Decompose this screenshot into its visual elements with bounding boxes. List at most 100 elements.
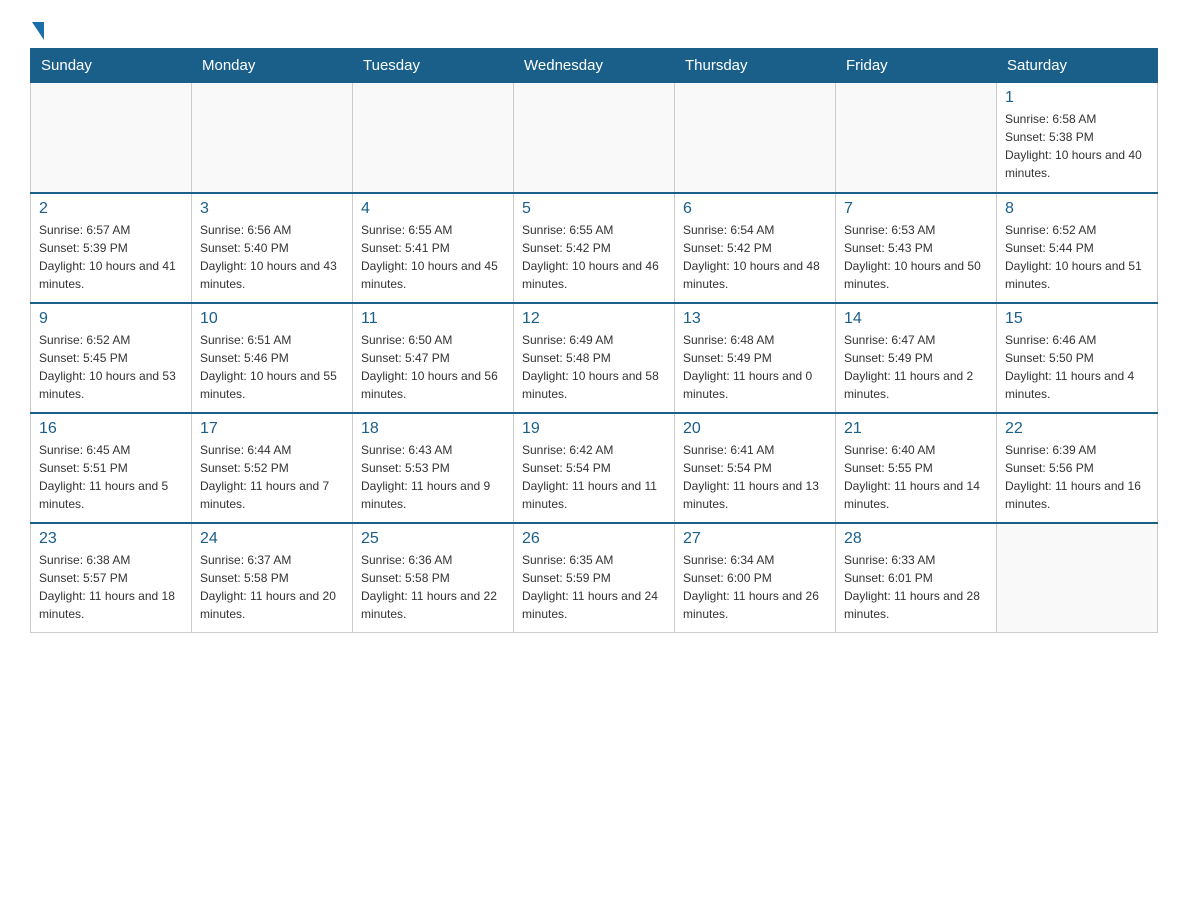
calendar-cell: 21 Sunrise: 6:40 AM Sunset: 5:55 PM Dayli… — [836, 413, 997, 523]
day-info: Sunrise: 6:52 AM Sunset: 5:44 PM Dayligh… — [1005, 221, 1149, 293]
day-number: 21 — [844, 420, 988, 438]
day-info: Sunrise: 6:38 AM Sunset: 5:57 PM Dayligh… — [39, 551, 183, 623]
calendar-week-row: 1Sunrise: 6:58 AM Sunset: 5:38 PM Daylig… — [31, 83, 1158, 193]
calendar-cell — [514, 83, 675, 193]
calendar-cell: 27 Sunrise: 6:34 AM Sunset: 6:00 PM Dayli… — [675, 523, 836, 633]
day-number: 9 — [39, 310, 183, 328]
calendar-week-row: 2Sunrise: 6:57 AM Sunset: 5:39 PM Daylig… — [31, 193, 1158, 303]
calendar-cell: 15 Sunrise: 6:46 AM Sunset: 5:50 PM Dayli… — [997, 303, 1158, 413]
calendar-cell — [31, 83, 192, 193]
calendar-cell: 23Sunrise: 6:38 AM Sunset: 5:57 PM Dayli… — [31, 523, 192, 633]
logo — [30, 20, 44, 38]
day-info: Sunrise: 6:50 AM Sunset: 5:47 PM Dayligh… — [361, 331, 505, 403]
day-info: Sunrise: 6:51 AM Sunset: 5:46 PM Dayligh… — [200, 331, 344, 403]
day-number: 6 — [683, 200, 827, 218]
calendar-cell: 1Sunrise: 6:58 AM Sunset: 5:38 PM Daylig… — [997, 83, 1158, 193]
calendar-cell: 2Sunrise: 6:57 AM Sunset: 5:39 PM Daylig… — [31, 193, 192, 303]
day-info: Sunrise: 6:36 AM Sunset: 5:58 PM Dayligh… — [361, 551, 505, 623]
day-info: Sunrise: 6:55 AM Sunset: 5:41 PM Dayligh… — [361, 221, 505, 293]
calendar-cell: 8 Sunrise: 6:52 AM Sunset: 5:44 PM Daylig… — [997, 193, 1158, 303]
calendar-cell: 28 Sunrise: 6:33 AM Sunset: 6:01 PM Dayli… — [836, 523, 997, 633]
day-info: Sunrise: 6:53 AM Sunset: 5:43 PM Dayligh… — [844, 221, 988, 293]
calendar-cell: 12 Sunrise: 6:49 AM Sunset: 5:48 PM Dayli… — [514, 303, 675, 413]
day-number: 5 — [522, 200, 666, 218]
day-number: 11 — [361, 310, 505, 328]
day-number: 28 — [844, 530, 988, 548]
calendar-cell: 17 Sunrise: 6:44 AM Sunset: 5:52 PM Dayli… — [192, 413, 353, 523]
calendar-cell — [353, 83, 514, 193]
calendar-cell: 20 Sunrise: 6:41 AM Sunset: 5:54 PM Dayli… — [675, 413, 836, 523]
day-number: 16 — [39, 420, 183, 438]
day-number: 3 — [200, 200, 344, 218]
day-info: Sunrise: 6:45 AM Sunset: 5:51 PM Dayligh… — [39, 441, 183, 513]
day-number: 18 — [361, 420, 505, 438]
day-info: Sunrise: 6:41 AM Sunset: 5:54 PM Dayligh… — [683, 441, 827, 513]
calendar-cell: 7Sunrise: 6:53 AM Sunset: 5:43 PM Daylig… — [836, 193, 997, 303]
day-number: 12 — [522, 310, 666, 328]
day-number: 22 — [1005, 420, 1149, 438]
day-info: Sunrise: 6:33 AM Sunset: 6:01 PM Dayligh… — [844, 551, 988, 623]
day-number: 19 — [522, 420, 666, 438]
calendar-cell: 18Sunrise: 6:43 AM Sunset: 5:53 PM Dayli… — [353, 413, 514, 523]
day-info: Sunrise: 6:55 AM Sunset: 5:42 PM Dayligh… — [522, 221, 666, 293]
calendar-cell — [997, 523, 1158, 633]
calendar-cell: 10 Sunrise: 6:51 AM Sunset: 5:46 PM Dayli… — [192, 303, 353, 413]
day-number: 26 — [522, 530, 666, 548]
day-info: Sunrise: 6:56 AM Sunset: 5:40 PM Dayligh… — [200, 221, 344, 293]
day-number: 24 — [200, 530, 344, 548]
day-info: Sunrise: 6:34 AM Sunset: 6:00 PM Dayligh… — [683, 551, 827, 623]
day-number: 8 — [1005, 200, 1149, 218]
day-info: Sunrise: 6:49 AM Sunset: 5:48 PM Dayligh… — [522, 331, 666, 403]
day-number: 13 — [683, 310, 827, 328]
calendar-cell: 5 Sunrise: 6:55 AM Sunset: 5:42 PM Daylig… — [514, 193, 675, 303]
calendar-cell: 22 Sunrise: 6:39 AM Sunset: 5:56 PM Dayli… — [997, 413, 1158, 523]
calendar-cell: 14 Sunrise: 6:47 AM Sunset: 5:49 PM Dayli… — [836, 303, 997, 413]
calendar-cell — [836, 83, 997, 193]
calendar-cell: 24 Sunrise: 6:37 AM Sunset: 5:58 PM Dayli… — [192, 523, 353, 633]
day-info: Sunrise: 6:54 AM Sunset: 5:42 PM Dayligh… — [683, 221, 827, 293]
day-number: 20 — [683, 420, 827, 438]
day-number: 1 — [1005, 89, 1149, 107]
day-number: 17 — [200, 420, 344, 438]
day-info: Sunrise: 6:47 AM Sunset: 5:49 PM Dayligh… — [844, 331, 988, 403]
day-number: 15 — [1005, 310, 1149, 328]
calendar-cell: 16 Sunrise: 6:45 AM Sunset: 5:51 PM Dayli… — [31, 413, 192, 523]
day-info: Sunrise: 6:35 AM Sunset: 5:59 PM Dayligh… — [522, 551, 666, 623]
day-info: Sunrise: 6:37 AM Sunset: 5:58 PM Dayligh… — [200, 551, 344, 623]
day-info: Sunrise: 6:52 AM Sunset: 5:45 PM Dayligh… — [39, 331, 183, 403]
logo-arrow-icon — [32, 22, 44, 40]
calendar-cell: 6 Sunrise: 6:54 AM Sunset: 5:42 PM Daylig… — [675, 193, 836, 303]
calendar-header-wednesday: Wednesday — [514, 49, 675, 83]
calendar-cell — [675, 83, 836, 193]
calendar-cell: 25 Sunrise: 6:36 AM Sunset: 5:58 PM Dayli… — [353, 523, 514, 633]
calendar-cell: 9 Sunrise: 6:52 AM Sunset: 5:45 PM Daylig… — [31, 303, 192, 413]
calendar-cell: 3 Sunrise: 6:56 AM Sunset: 5:40 PM Daylig… — [192, 193, 353, 303]
day-info: Sunrise: 6:46 AM Sunset: 5:50 PM Dayligh… — [1005, 331, 1149, 403]
day-number: 10 — [200, 310, 344, 328]
calendar-header-row: SundayMondayTuesdayWednesdayThursdayFrid… — [31, 49, 1158, 83]
day-info: Sunrise: 6:57 AM Sunset: 5:39 PM Dayligh… — [39, 221, 183, 293]
day-info: Sunrise: 6:40 AM Sunset: 5:55 PM Dayligh… — [844, 441, 988, 513]
calendar-cell: 4Sunrise: 6:55 AM Sunset: 5:41 PM Daylig… — [353, 193, 514, 303]
calendar-week-row: 9 Sunrise: 6:52 AM Sunset: 5:45 PM Daylig… — [31, 303, 1158, 413]
calendar-header-monday: Monday — [192, 49, 353, 83]
calendar-header-thursday: Thursday — [675, 49, 836, 83]
calendar-cell: 13 Sunrise: 6:48 AM Sunset: 5:49 PM Dayli… — [675, 303, 836, 413]
day-number: 25 — [361, 530, 505, 548]
calendar-table: SundayMondayTuesdayWednesdayThursdayFrid… — [30, 48, 1158, 633]
day-info: Sunrise: 6:44 AM Sunset: 5:52 PM Dayligh… — [200, 441, 344, 513]
calendar-header-sunday: Sunday — [31, 49, 192, 83]
calendar-header-friday: Friday — [836, 49, 997, 83]
day-number: 14 — [844, 310, 988, 328]
day-info: Sunrise: 6:48 AM Sunset: 5:49 PM Dayligh… — [683, 331, 827, 403]
calendar-header-tuesday: Tuesday — [353, 49, 514, 83]
calendar-cell: 26 Sunrise: 6:35 AM Sunset: 5:59 PM Dayli… — [514, 523, 675, 633]
calendar-header-saturday: Saturday — [997, 49, 1158, 83]
calendar-cell: 19 Sunrise: 6:42 AM Sunset: 5:54 PM Dayli… — [514, 413, 675, 523]
calendar-week-row: 16 Sunrise: 6:45 AM Sunset: 5:51 PM Dayli… — [31, 413, 1158, 523]
day-info: Sunrise: 6:42 AM Sunset: 5:54 PM Dayligh… — [522, 441, 666, 513]
day-number: 27 — [683, 530, 827, 548]
day-info: Sunrise: 6:39 AM Sunset: 5:56 PM Dayligh… — [1005, 441, 1149, 513]
calendar-cell — [192, 83, 353, 193]
calendar-cell: 11 Sunrise: 6:50 AM Sunset: 5:47 PM Dayli… — [353, 303, 514, 413]
